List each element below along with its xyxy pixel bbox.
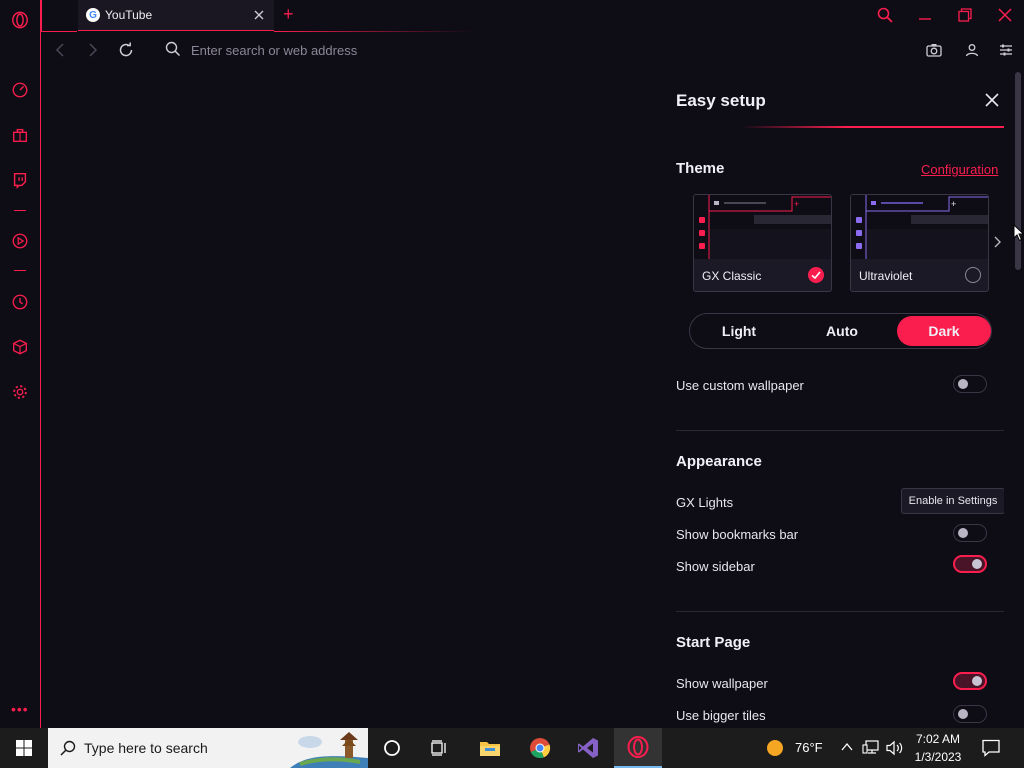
theme-card-gx-classic[interactable]: + GX Classic — [693, 194, 832, 292]
tab-title: YouTube — [105, 8, 153, 22]
camera-snapshot-icon[interactable] — [925, 41, 943, 59]
volume-icon[interactable] — [886, 740, 904, 756]
reload-icon[interactable] — [117, 41, 135, 59]
divider — [676, 611, 1004, 612]
extensions-cube-icon[interactable] — [10, 337, 30, 357]
task-view-icon[interactable] — [416, 728, 464, 768]
panel-accent-line — [741, 126, 1004, 128]
show-sidebar-label: Show sidebar — [676, 559, 755, 574]
clock-date[interactable]: 1/3/2023 — [910, 750, 966, 764]
close-panel-icon[interactable] — [983, 91, 1001, 109]
theme-label: GX Classic — [702, 269, 762, 283]
chevron-right-icon[interactable] — [993, 235, 1003, 249]
speedometer-icon[interactable] — [10, 80, 30, 100]
browser-window: G YouTube + Enter search or web address … — [40, 0, 1024, 728]
color-mode-selector: Light Auto Dark — [689, 313, 992, 349]
back-icon[interactable] — [51, 41, 69, 59]
svg-text:+: + — [951, 199, 956, 209]
taskbar-search-placeholder: Type here to search — [84, 740, 208, 756]
panel-scrollbar[interactable] — [1012, 68, 1024, 728]
svg-text:+: + — [794, 199, 799, 209]
toggle-knob — [972, 559, 982, 569]
theme-heading: Theme — [676, 160, 725, 177]
toggle-knob — [958, 709, 968, 719]
configuration-link[interactable]: Configuration — [921, 162, 998, 177]
forward-icon[interactable] — [84, 41, 102, 59]
custom-wallpaper-toggle[interactable] — [953, 375, 987, 393]
gear-icon[interactable] — [10, 382, 30, 402]
page-content: Easy setup Theme Configuration + GX Clas… — [41, 68, 1024, 728]
opera-logo-icon[interactable] — [10, 10, 30, 30]
theme-preview: + — [694, 195, 831, 259]
easy-setup-panel: Easy setup Theme Configuration + GX Clas… — [661, 68, 1004, 728]
panel-title: Easy setup — [676, 91, 766, 110]
start-page-heading: Start Page — [676, 634, 751, 651]
windows-taskbar: Type here to search 76°F 7:02 AM 1/3/202… — [0, 728, 1024, 768]
show-sidebar-toggle[interactable] — [953, 555, 987, 573]
theme-label: Ultraviolet — [859, 269, 913, 283]
sidebar-separator — [14, 210, 26, 211]
bookmarks-bar-toggle[interactable] — [953, 524, 987, 542]
windows-start-icon[interactable] — [0, 728, 48, 768]
mouse-cursor-icon — [1013, 223, 1024, 242]
more-options-icon[interactable]: ••• — [11, 702, 29, 716]
player-icon[interactable] — [10, 231, 30, 251]
cortana-icon[interactable] — [368, 728, 416, 768]
close-window-icon[interactable] — [993, 4, 1017, 26]
twitch-icon[interactable] — [10, 170, 30, 190]
notifications-icon[interactable] — [982, 739, 1000, 757]
mode-dark-button[interactable]: Dark — [897, 316, 991, 346]
account-icon[interactable] — [963, 41, 981, 59]
chrome-icon[interactable] — [516, 728, 564, 768]
tab-strip: G YouTube + — [41, 0, 1024, 32]
selected-check-icon[interactable] — [808, 267, 824, 283]
sidebar-separator — [14, 270, 26, 271]
gx-lights-label: GX Lights — [676, 495, 734, 510]
search-icon — [60, 740, 76, 756]
toggle-knob — [958, 528, 968, 538]
theme-card-ultraviolet[interactable]: + Ultraviolet — [850, 194, 989, 292]
tab-youtube[interactable]: G YouTube — [78, 0, 274, 31]
weather-temperature[interactable]: 76°F — [795, 740, 823, 755]
easy-setup-icon[interactable] — [997, 41, 1015, 59]
minimize-icon[interactable] — [913, 4, 937, 26]
chevron-up-icon[interactable] — [840, 740, 854, 754]
network-icon[interactable] — [862, 740, 880, 756]
tab-strip-start — [41, 0, 77, 32]
search-icon — [165, 41, 183, 59]
bookmarks-bar-label: Show bookmarks bar — [676, 527, 799, 542]
mode-auto-button[interactable]: Auto — [795, 316, 889, 346]
toggle-knob — [958, 379, 968, 389]
toggle-knob — [972, 676, 982, 686]
weather-sun-icon[interactable] — [766, 739, 784, 757]
address-bar — [41, 32, 1024, 68]
show-wallpaper-toggle[interactable] — [953, 672, 987, 690]
opera-gx-taskbar-icon[interactable] — [614, 728, 662, 768]
file-explorer-icon[interactable] — [466, 728, 514, 768]
new-tab-plus-icon[interactable]: + — [283, 5, 294, 23]
close-tab-icon[interactable] — [252, 8, 266, 22]
theme-preview: + — [851, 195, 988, 259]
custom-wallpaper-label: Use custom wallpaper — [676, 378, 804, 393]
divider — [676, 430, 1004, 431]
restore-icon[interactable] — [953, 4, 977, 26]
bigger-tiles-toggle[interactable] — [953, 705, 987, 723]
opera-sidebar: ••• — [0, 0, 40, 728]
search-highlight-image-icon — [290, 732, 368, 768]
search-tabs-icon[interactable] — [873, 4, 897, 26]
show-wallpaper-label: Show wallpaper — [676, 676, 768, 691]
bigger-tiles-label: Use bigger tiles — [676, 708, 766, 723]
enable-in-settings-button[interactable]: Enable in Settings — [901, 488, 1004, 514]
screen: ••• G YouTube + Enter search or web addr… — [0, 0, 1024, 768]
unselected-radio-icon[interactable] — [965, 267, 981, 283]
history-icon[interactable] — [10, 292, 30, 312]
briefcase-icon[interactable] — [10, 125, 30, 145]
taskbar-search-box[interactable]: Type here to search — [48, 728, 368, 768]
clock-time[interactable]: 7:02 AM — [910, 732, 966, 746]
google-favicon-icon: G — [86, 8, 100, 22]
appearance-heading: Appearance — [676, 453, 762, 470]
mode-light-button[interactable]: Light — [692, 316, 786, 346]
visual-studio-icon[interactable] — [564, 728, 612, 768]
address-input[interactable] — [191, 38, 751, 62]
